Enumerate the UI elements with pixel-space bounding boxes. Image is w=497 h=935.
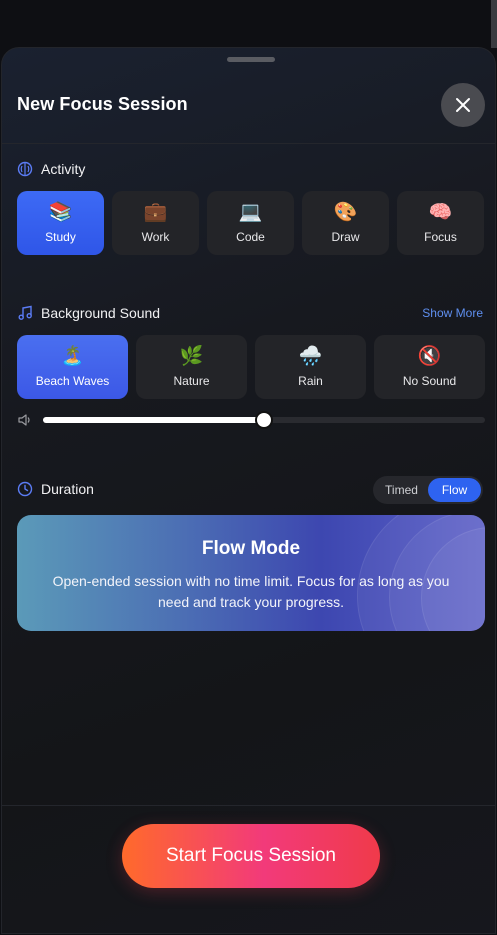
activity-option-label: Draw [331, 230, 360, 244]
music-note-icon [18, 305, 32, 320]
close-button[interactable] [441, 83, 485, 127]
duration-mode-toggle: Timed Flow [373, 476, 483, 504]
briefcase-icon: 💼 [143, 202, 168, 223]
rain-cloud-icon: 🌧️ [298, 346, 323, 367]
activity-option-label: Code [236, 230, 265, 244]
activity-option-code[interactable]: 💻 Code [207, 191, 294, 255]
laptop-icon: 💻 [238, 202, 263, 223]
volume-slider [17, 409, 485, 431]
brain-emoji-icon: 🧠 [428, 202, 453, 223]
activity-option-study[interactable]: 📚 Study [17, 191, 104, 255]
timed-option[interactable]: Timed [375, 478, 428, 502]
duration-label: Duration [41, 481, 94, 497]
duration-header: Duration [17, 481, 94, 497]
flow-mode-title: Flow Mode [201, 538, 301, 559]
volume-icon [18, 414, 30, 426]
activity-option-label: Study [45, 230, 76, 244]
sound-option-no-sound[interactable]: 🔇 No Sound [374, 335, 485, 399]
activity-option-work[interactable]: 💼 Work [112, 191, 199, 255]
sound-header: Background Sound [17, 305, 160, 321]
volume-thumb[interactable] [255, 411, 273, 429]
activity-header: Activity [17, 161, 85, 177]
sound-option-label: No Sound [402, 374, 457, 388]
clock-icon [17, 481, 33, 497]
sound-option-label: Beach Waves [35, 374, 110, 388]
sheet-title: New Focus Session [17, 94, 188, 114]
show-more-link[interactable]: Show More [422, 306, 483, 320]
sound-label: Background Sound [41, 305, 161, 321]
activity-label: Activity [41, 161, 86, 177]
palette-icon: 🎨 [333, 202, 358, 223]
sound-option-label: Rain [298, 374, 323, 388]
brain-icon [17, 161, 33, 177]
herb-icon: 🌿 [179, 346, 204, 367]
books-icon: 📚 [48, 202, 73, 223]
activity-option-focus[interactable]: 🧠 Focus [397, 191, 484, 255]
header-divider [2, 143, 495, 144]
sound-options: 🏝️ Beach Waves 🌿 Nature 🌧️ Rain 🔇 No Sou… [17, 335, 485, 399]
sound-option-nature[interactable]: 🌿 Nature [136, 335, 247, 399]
volume-fill [43, 417, 264, 423]
activity-option-label: Work [141, 230, 170, 244]
muted-speaker-icon: 🔇 [417, 346, 442, 367]
flow-mode-card: Flow Mode Open-ended session with no tim… [17, 515, 485, 631]
close-icon [456, 98, 470, 112]
footer-divider [2, 805, 495, 806]
activity-option-draw[interactable]: 🎨 Draw [302, 191, 389, 255]
activity-options: 📚 Study 💼 Work 💻 Code 🎨 Draw 🧠 Focus [17, 191, 484, 255]
sound-option-label: Nature [173, 374, 210, 388]
flow-mode-description: Open-ended session with no time limit. F… [52, 573, 450, 610]
flow-option[interactable]: Flow [428, 478, 481, 502]
sound-option-rain[interactable]: 🌧️ Rain [255, 335, 366, 399]
focus-session-sheet: New Focus Session Activity 📚 Study 💼 Wor… [1, 47, 496, 934]
sheet-grabber[interactable] [227, 57, 275, 62]
start-focus-session-button[interactable]: Start Focus Session [122, 824, 380, 888]
island-icon: 🏝️ [60, 346, 85, 367]
volume-track[interactable] [43, 411, 485, 429]
backdrop-scroll-edge [491, 0, 497, 48]
activity-option-label: Focus [424, 230, 457, 244]
sound-option-beach-waves[interactable]: 🏝️ Beach Waves [17, 335, 128, 399]
